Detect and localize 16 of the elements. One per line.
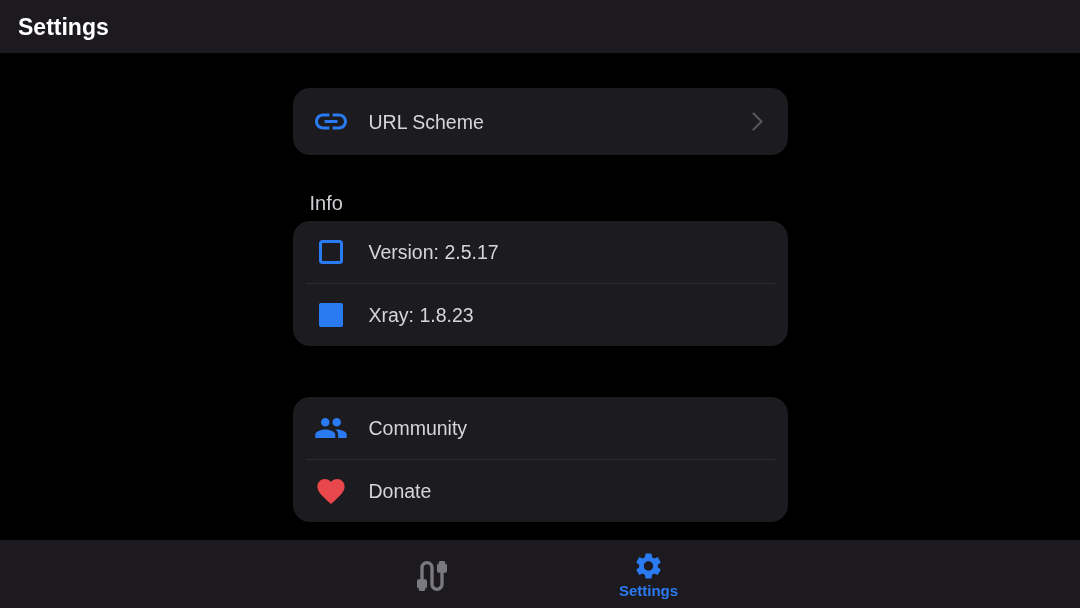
cable-icon: [416, 561, 447, 591]
settings-item[interactable]: Version: 2.5.17: [292, 221, 788, 283]
settings-item[interactable]: Xray: 1.8.23: [292, 284, 788, 346]
settings-item[interactable]: Donate: [292, 460, 788, 522]
filled-square-icon: [318, 303, 343, 327]
heart-icon: [316, 478, 345, 504]
section-title: Info: [308, 192, 344, 214]
chevron-right-icon: [751, 112, 763, 131]
settings-icon: [636, 552, 661, 579]
page-title: Settings: [18, 12, 109, 41]
settings-item[interactable]: URL Scheme: [292, 88, 788, 155]
nav-tab[interactable]: Settings: [540, 540, 757, 608]
people-icon: [314, 418, 347, 438]
settings-item[interactable]: Community: [292, 397, 788, 459]
link-icon: [314, 113, 347, 130]
square-outline-icon: [318, 240, 343, 264]
